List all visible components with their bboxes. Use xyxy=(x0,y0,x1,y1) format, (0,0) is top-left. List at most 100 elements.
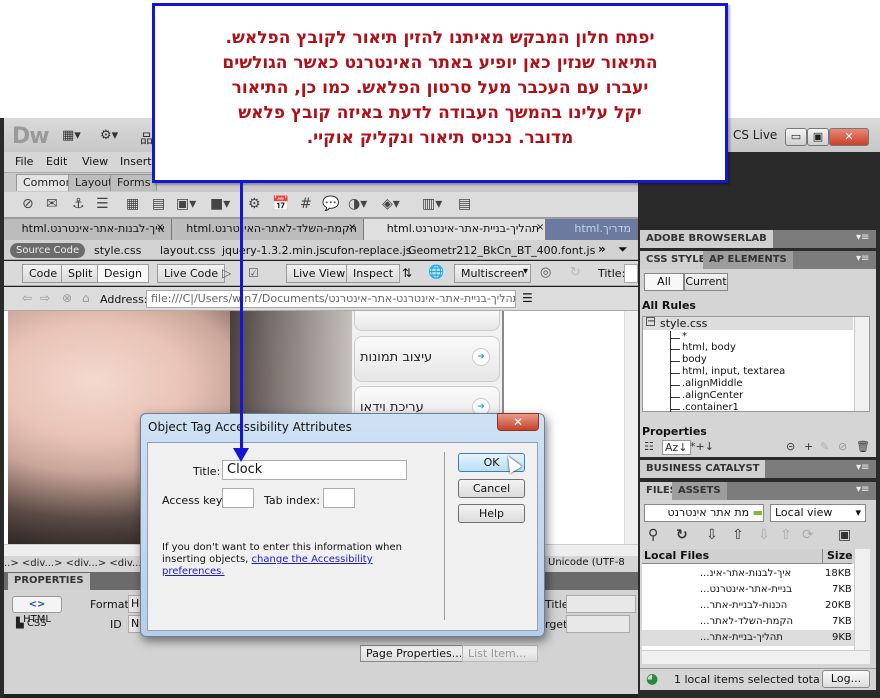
list-item-button[interactable]: List Item... xyxy=(462,645,538,662)
trash-icon[interactable]: 🗑 xyxy=(856,440,870,453)
hyperlink-icon[interactable]: ⊘ xyxy=(22,196,34,212)
help-button[interactable]: Help xyxy=(458,504,525,523)
set-properties-icon[interactable]: *+↓ xyxy=(690,440,714,453)
related-file[interactable]: layout.css xyxy=(160,244,215,257)
files-vertical-scrollbar[interactable] xyxy=(854,549,870,650)
expand-panel-icon[interactable]: ▣ xyxy=(838,527,851,543)
email-link-icon[interactable]: ✉ xyxy=(46,196,58,212)
split-view-button[interactable]: Split xyxy=(61,264,100,283)
related-file[interactable]: jquery-1.3.2.min.js xyxy=(222,244,325,257)
stop-icon[interactable]: ⊗ xyxy=(62,291,72,305)
target-select[interactable] xyxy=(566,615,630,633)
refresh-icon[interactable]: ↻ xyxy=(676,527,688,543)
related-file[interactable]: cufon-replace.js xyxy=(324,244,412,257)
css-rule[interactable]: .alignMiddle xyxy=(682,378,743,389)
doc-tab[interactable]: איך-לבנות-אתר-אינטרנט.html xyxy=(4,219,172,240)
table-icon[interactable]: ▦ xyxy=(126,196,139,212)
insert-tab-forms[interactable]: Forms xyxy=(110,174,158,191)
panel-menu-icon[interactable]: ▾≡ xyxy=(856,232,869,243)
css-rule[interactable]: body xyxy=(682,354,707,365)
edit-rule-icon[interactable]: ✎ xyxy=(820,440,829,453)
horizontal-rule-icon[interactable]: ☰ xyxy=(96,196,109,212)
tag-chooser-icon[interactable]: ▤ xyxy=(458,196,471,212)
script-icon[interactable]: ◈▾ xyxy=(382,196,400,212)
ap-elements-tab[interactable]: AP ELEMENTS xyxy=(703,251,793,269)
check-in-icon[interactable]: ⇧ xyxy=(780,527,792,543)
synchronize-icon[interactable]: ⟳ xyxy=(802,527,814,543)
cancel-button[interactable]: Cancel xyxy=(458,479,525,498)
address-input[interactable]: file:///C|/Users/win7/Documents/תהליך-בנ… xyxy=(146,290,516,308)
css-rule[interactable]: html, input, textarea xyxy=(682,366,785,377)
log-button[interactable]: Log... xyxy=(822,670,870,688)
local-files-header[interactable]: Local Files xyxy=(644,549,709,563)
image-icon[interactable]: ▣▾ xyxy=(176,196,196,212)
design-view-button[interactable]: Design xyxy=(97,264,149,283)
close-tab-icon[interactable]: × xyxy=(348,222,356,233)
business-catalyst-tab[interactable]: BUSINESS CATALYST xyxy=(640,460,766,478)
browserlab-tab[interactable]: ADOBE BROWSERLAB xyxy=(640,230,773,248)
cs-live[interactable]: CS Live xyxy=(733,128,777,142)
refresh-icon[interactable]: ↻ xyxy=(570,265,581,280)
multiscreen-dropdown-icon[interactable]: ▾ xyxy=(523,266,528,277)
design-vertical-scrollbar[interactable] xyxy=(624,311,638,544)
file-management-icon[interactable]: ⇅ xyxy=(402,266,412,280)
home-icon[interactable]: ⌂ xyxy=(82,291,90,305)
media-flash-icon[interactable]: ■▾ xyxy=(210,196,230,212)
all-button[interactable]: All xyxy=(644,273,684,291)
site-select[interactable]: ▬ מת אתר אינטרנט xyxy=(644,504,764,522)
menu-edit[interactable]: Edit xyxy=(46,155,67,168)
close-tab-icon[interactable]: × xyxy=(536,222,544,233)
close-window-button[interactable]: ✕ xyxy=(829,128,869,146)
browser-nav-options-icon[interactable]: ☰ xyxy=(522,291,533,305)
collapse-icon[interactable]: − xyxy=(646,317,655,327)
dialog-close-button[interactable]: ✕ xyxy=(497,413,539,431)
page-properties-button[interactable]: Page Properties... xyxy=(360,645,469,662)
multiscreen-button[interactable]: Multiscreen xyxy=(454,264,532,283)
gear-icon[interactable]: ⚙▾ xyxy=(100,128,118,143)
live-code-button[interactable]: Live Code xyxy=(157,264,226,283)
size-header[interactable]: Size xyxy=(822,549,853,563)
code-view-button[interactable]: Code xyxy=(22,264,65,283)
site-menu-item[interactable]: עיצוב תמונות xyxy=(360,350,432,365)
minimize-button[interactable]: ▭ xyxy=(785,128,807,146)
tab-index-input[interactable] xyxy=(323,488,355,508)
category-view-icon[interactable]: ☷ xyxy=(644,440,654,453)
css-rule[interactable]: .container1 xyxy=(682,402,739,413)
source-code-button[interactable]: Source Code xyxy=(10,243,86,258)
related-file[interactable]: style.css xyxy=(94,244,141,257)
css-rule[interactable]: html, body xyxy=(682,342,736,353)
close-tab-icon[interactable]: × xyxy=(156,222,164,233)
properties-tab[interactable]: PROPERTIES xyxy=(8,573,90,590)
panel-menu-icon[interactable]: ▾≡ xyxy=(856,462,869,473)
title-field-input[interactable]: Clock xyxy=(222,460,407,480)
panel-menu-icon[interactable]: ▾≡ xyxy=(856,484,869,495)
rules-scrollbar[interactable] xyxy=(854,317,869,411)
disable-rule-icon[interactable]: ⊘ xyxy=(838,440,847,453)
html-mode-button[interactable]: <> HTML xyxy=(12,596,62,625)
view-select[interactable]: Local view ▾ xyxy=(770,504,866,522)
preview-browser-icon[interactable]: 🌐 xyxy=(428,265,444,280)
panel-menu-icon[interactable]: ▾≡ xyxy=(856,253,869,264)
put-files-icon[interactable]: ⇧ xyxy=(732,527,744,543)
maximize-button[interactable]: ▣ xyxy=(807,128,829,146)
css-mode-button[interactable]: ▙ CSS xyxy=(16,618,47,629)
sort-az-icon[interactable]: Az↓ xyxy=(662,440,691,455)
named-anchor-icon[interactable]: ⚓ xyxy=(72,196,85,212)
file-row[interactable]: הכנות-לבניית-אתר... 20KB xyxy=(642,598,854,614)
comment-icon[interactable]: 💬 xyxy=(322,196,339,212)
doc-tab[interactable]: הקמת-השלד-לאתר-האינטרנט.html xyxy=(172,219,364,240)
live-code-options-icon[interactable]: ▷ xyxy=(222,266,231,280)
check-page-icon[interactable]: ☑ xyxy=(248,266,259,280)
new-rule-icon[interactable]: + xyxy=(804,440,813,453)
current-button[interactable]: Current xyxy=(684,273,728,291)
css-rule[interactable]: * xyxy=(682,331,687,342)
file-row-selected[interactable]: תהליך-בניית-אתר... 9KB xyxy=(642,630,854,646)
date-icon[interactable]: 📅 xyxy=(272,196,289,212)
head-icon[interactable]: ◑▾ xyxy=(348,196,367,212)
forward-icon[interactable]: ⇨ xyxy=(40,291,50,305)
related-file[interactable]: Geometr212_BkCn_BT_400.font.js xyxy=(408,244,595,257)
connect-icon[interactable]: ⚲ xyxy=(648,527,658,543)
css-rule[interactable]: .alignCenter xyxy=(682,390,743,401)
server-include-icon[interactable]: # xyxy=(300,196,312,212)
visual-aids-icon[interactable]: ◎ xyxy=(540,265,551,280)
